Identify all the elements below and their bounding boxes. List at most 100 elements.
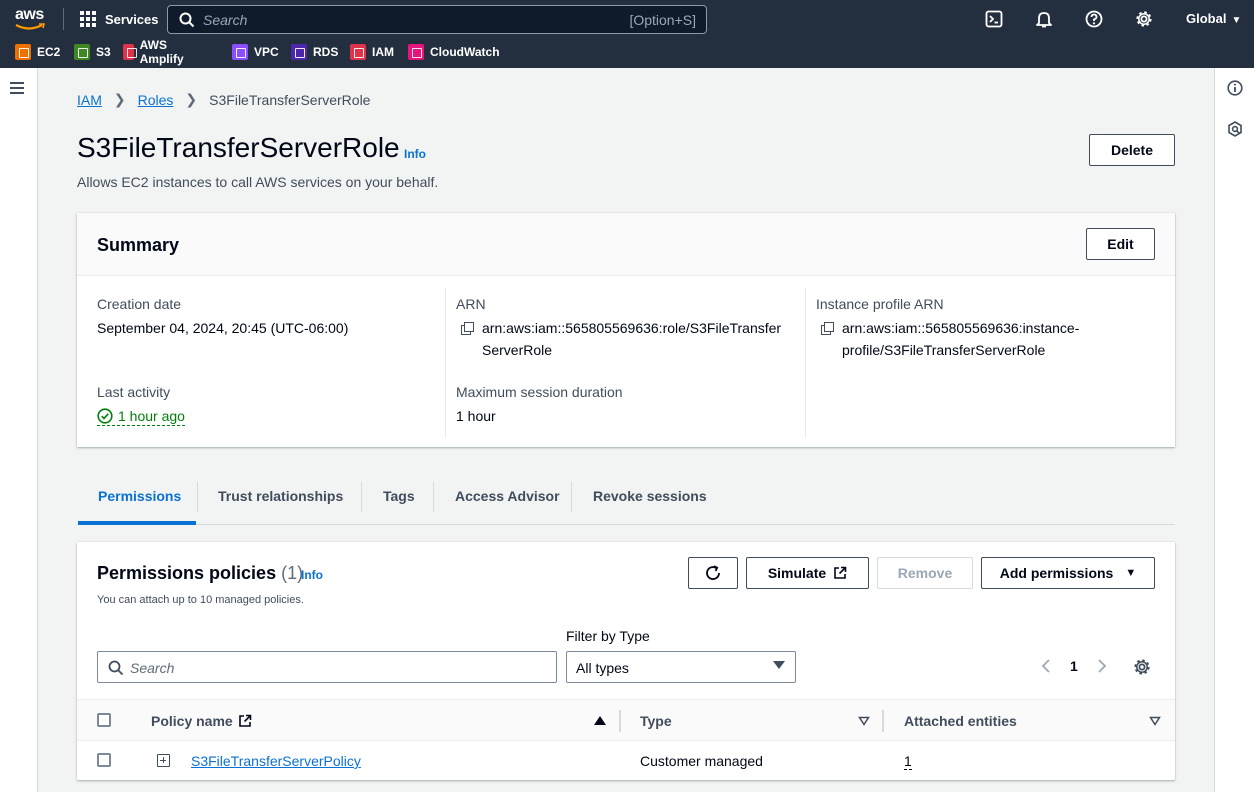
tab-permissions[interactable]: Permissions xyxy=(98,488,181,504)
region-selector[interactable]: Global ▼ xyxy=(1186,11,1241,26)
simulate-label: Simulate xyxy=(767,565,827,581)
tab-tags[interactable]: Tags xyxy=(383,488,415,504)
services-label: Services xyxy=(105,11,159,27)
chevron-right-icon[interactable] xyxy=(1097,659,1107,673)
ec2-icon xyxy=(15,44,31,60)
preferences-icon[interactable] xyxy=(1133,658,1151,676)
page-number[interactable]: 1 xyxy=(1070,658,1078,674)
chevron-right-icon: ❯ xyxy=(113,91,126,107)
edit-button[interactable]: Edit xyxy=(1086,228,1155,260)
delete-button[interactable]: Delete xyxy=(1089,134,1175,166)
tab-separator xyxy=(197,482,198,512)
cloudshell-icon[interactable] xyxy=(985,10,1003,28)
chevron-right-icon: ❯ xyxy=(185,91,198,107)
nav-divider xyxy=(63,8,64,30)
menu-icon[interactable] xyxy=(10,82,24,94)
favorite-cloudwatch[interactable]: CloudWatch xyxy=(408,44,500,60)
tab-trust-relationships[interactable]: Trust relationships xyxy=(218,488,343,504)
policy-name-cell: S3FileTransferServerPolicy xyxy=(191,753,361,769)
refresh-button[interactable] xyxy=(688,557,738,589)
favorite-label: RDS xyxy=(313,45,339,59)
favorite-label: EC2 xyxy=(37,45,61,59)
policy-type-cell: Customer managed xyxy=(640,753,763,769)
breadcrumb-roles[interactable]: Roles xyxy=(138,92,174,108)
page-title: S3FileTransferServerRole xyxy=(77,132,400,163)
title-info-link[interactable]: Info xyxy=(404,147,426,161)
column-separator xyxy=(619,710,621,732)
caret-down-icon: ▼ xyxy=(1231,15,1242,26)
favorite-label: IAM xyxy=(372,45,394,59)
role-tabs: Permissions Trust relationships Tags Acc… xyxy=(77,480,1175,525)
arn-value-line2: ServerRole xyxy=(482,342,553,358)
permissions-count: (1) xyxy=(281,563,304,583)
type-filter-select[interactable]: All types xyxy=(566,651,796,683)
column-attached-entities[interactable]: Attached entities xyxy=(904,713,1017,729)
column-type[interactable]: Type xyxy=(640,713,672,729)
tab-separator xyxy=(361,482,362,512)
add-permissions-button[interactable]: Add permissions ▼ xyxy=(981,557,1155,589)
arn-value-line1: arn:aws:iam::565805569636:role/S3FileTra… xyxy=(482,320,782,336)
external-link-icon xyxy=(238,714,252,727)
breadcrumb-iam[interactable]: IAM xyxy=(77,92,102,108)
row-checkbox[interactable] xyxy=(97,753,111,767)
check-circle-icon xyxy=(97,408,113,424)
favorite-iam[interactable]: IAM xyxy=(350,44,394,60)
permissions-title-text: Permissions policies xyxy=(97,563,277,583)
simulate-button[interactable]: Simulate xyxy=(746,557,869,589)
last-activity-value[interactable]: 1 hour ago xyxy=(97,408,185,426)
left-rail xyxy=(0,68,38,792)
aws-logo[interactable]: aws xyxy=(14,6,48,32)
policy-search-input[interactable]: Search xyxy=(97,651,557,683)
attached-entities-cell[interactable]: 1 xyxy=(904,753,912,770)
expand-icon[interactable] xyxy=(157,754,170,767)
services-menu-button[interactable]: Services xyxy=(80,10,159,28)
region-label: Global xyxy=(1186,11,1227,26)
tab-separator xyxy=(571,482,572,512)
favorite-vpc[interactable]: VPC xyxy=(232,44,279,60)
policy-name-link[interactable]: S3FileTransferServerPolicy xyxy=(191,753,361,769)
permissions-info-link[interactable]: Info xyxy=(301,568,323,582)
copy-icon[interactable] xyxy=(461,322,474,335)
max-session-value: 1 hour xyxy=(456,408,496,424)
tab-access-advisor[interactable]: Access Advisor xyxy=(455,488,560,504)
sort-icon[interactable] xyxy=(858,716,870,726)
table-row: S3FileTransferServerPolicy Customer mana… xyxy=(77,741,1175,780)
remove-button[interactable]: Remove xyxy=(877,557,973,589)
permissions-description: You can attach up to 10 managed policies… xyxy=(97,594,304,606)
favorite-ec2[interactable]: EC2 xyxy=(15,44,60,60)
policy-search-placeholder: Search xyxy=(130,660,175,676)
type-filter-value: All types xyxy=(576,660,629,676)
settings-icon[interactable] xyxy=(1135,10,1153,28)
tab-revoke-sessions[interactable]: Revoke sessions xyxy=(593,488,707,504)
rds-icon xyxy=(291,44,307,60)
info-icon[interactable] xyxy=(1227,80,1243,96)
favorite-rds[interactable]: RDS xyxy=(291,44,338,60)
security-icon[interactable] xyxy=(1227,121,1243,137)
global-search-input[interactable]: Search [Option+S] xyxy=(167,5,707,34)
summary-panel: Summary Edit Creation date September 04,… xyxy=(77,213,1175,447)
instance-profile-value-line1: arn:aws:iam::565805569636:instance- xyxy=(842,320,1080,336)
favorite-s3[interactable]: S3 xyxy=(74,44,111,60)
last-activity-text: 1 hour ago xyxy=(118,408,185,424)
iam-icon xyxy=(350,44,366,60)
arn-label: ARN xyxy=(456,296,486,312)
caret-down-icon xyxy=(773,661,785,669)
chevron-left-icon[interactable] xyxy=(1041,659,1051,673)
copy-icon[interactable] xyxy=(821,322,834,335)
tab-separator xyxy=(433,482,434,512)
summary-header: Summary Edit xyxy=(77,213,1175,276)
notifications-icon[interactable] xyxy=(1035,10,1053,28)
help-icon[interactable] xyxy=(1085,10,1103,28)
favorite-aws-amplify[interactable]: AWS Amplify xyxy=(123,38,189,66)
column-policy-name[interactable]: Policy name xyxy=(151,713,252,729)
add-permissions-label: Add permissions xyxy=(999,565,1114,581)
creation-date-value: September 04, 2024, 20:45 (UTC-06:00) xyxy=(97,320,349,336)
permissions-policies-panel: Permissions policies (1) Info You can at… xyxy=(77,542,1175,780)
column-policy-name-label: Policy name xyxy=(151,713,233,729)
last-activity-label: Last activity xyxy=(97,384,171,400)
select-all-checkbox[interactable] xyxy=(97,713,111,727)
breadcrumb: IAM ❯ Roles ❯ S3FileTransferServerRole xyxy=(77,91,370,108)
column-separator xyxy=(882,710,884,732)
sort-ascending-icon[interactable] xyxy=(594,716,606,725)
sort-icon[interactable] xyxy=(1149,716,1161,726)
